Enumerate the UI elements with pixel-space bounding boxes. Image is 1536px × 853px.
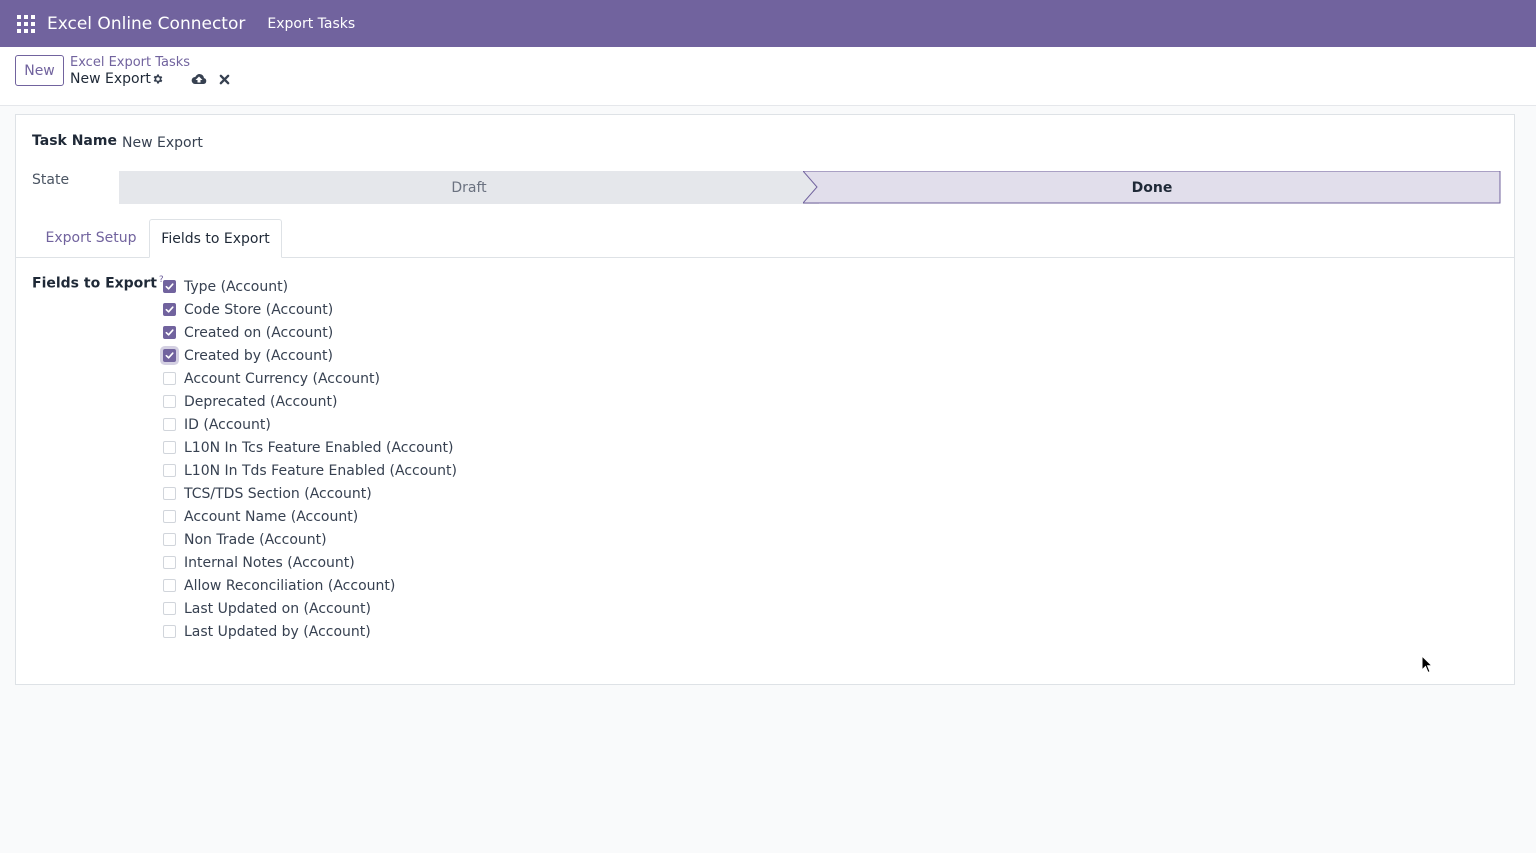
field-option-label: L10N In Tcs Feature Enabled (Account) — [184, 439, 454, 456]
field-option[interactable]: Last Updated on (Account) — [163, 597, 457, 620]
field-checkbox[interactable] — [163, 510, 176, 523]
field-option[interactable]: TCS/TDS Section (Account) — [163, 482, 457, 505]
field-option-label: Allow Reconciliation (Account) — [184, 577, 396, 594]
field-option-label: Last Updated by (Account) — [184, 623, 371, 640]
new-button[interactable]: New — [15, 55, 64, 86]
cloud-upload-icon[interactable] — [191, 73, 207, 89]
field-checkbox[interactable] — [163, 303, 176, 316]
field-option-label: L10N In Tds Feature Enabled (Account) — [184, 462, 457, 479]
field-checkbox[interactable] — [163, 487, 176, 500]
field-option[interactable]: Type (Account) — [163, 275, 457, 298]
field-checkbox[interactable] — [163, 533, 176, 546]
breadcrumb-current: New Export — [70, 71, 151, 87]
status-done-label: Done — [1131, 179, 1173, 196]
tab-fields-to-export[interactable]: Fields to Export — [149, 219, 282, 258]
field-option-label: Type (Account) — [184, 278, 289, 295]
breadcrumb-parent[interactable]: Excel Export Tasks — [70, 55, 190, 70]
control-panel: New Excel Export Tasks New Export — [0, 47, 1536, 106]
tab-export-setup[interactable]: Export Setup — [33, 219, 149, 257]
task-name-field[interactable]: New Export — [122, 135, 203, 151]
field-checkbox[interactable] — [163, 280, 176, 293]
field-option-label: Account Name (Account) — [184, 508, 359, 525]
status-done[interactable]: Done — [803, 171, 1501, 204]
field-option[interactable]: Non Trade (Account) — [163, 528, 457, 551]
field-checkbox[interactable] — [163, 441, 176, 454]
top-navbar: Excel Online Connector Export Tasks — [0, 0, 1536, 47]
field-option-label: Non Trade (Account) — [184, 531, 327, 548]
field-option[interactable]: Internal Notes (Account) — [163, 551, 457, 574]
state-label: State — [32, 172, 70, 188]
field-option[interactable]: Created by (Account) — [163, 344, 457, 367]
field-option-label: Created by (Account) — [184, 347, 333, 364]
field-option[interactable]: L10N In Tds Feature Enabled (Account) — [163, 459, 457, 482]
field-option[interactable]: Account Name (Account) — [163, 505, 457, 528]
field-option[interactable]: L10N In Tcs Feature Enabled (Account) — [163, 436, 457, 459]
field-option[interactable]: ID (Account) — [163, 413, 457, 436]
field-checkbox[interactable] — [163, 579, 176, 592]
field-checkbox[interactable] — [163, 464, 176, 477]
task-name-label: Task Name — [32, 133, 117, 149]
field-checkbox[interactable] — [163, 556, 176, 569]
gear-icon[interactable] — [152, 73, 164, 89]
close-icon[interactable] — [219, 73, 230, 89]
field-checkbox[interactable] — [163, 326, 176, 339]
field-checkbox[interactable] — [163, 395, 176, 408]
app-title[interactable]: Excel Online Connector — [47, 14, 245, 34]
field-option[interactable]: Code Store (Account) — [163, 298, 457, 321]
field-option-label: ID (Account) — [184, 416, 271, 433]
field-checkbox[interactable] — [163, 372, 176, 385]
status-draft[interactable]: Draft — [119, 171, 819, 204]
fields-to-export-label-text: Fields to Export — [32, 275, 157, 292]
field-option-label: Code Store (Account) — [184, 301, 334, 318]
field-option-label: Deprecated (Account) — [184, 393, 338, 410]
field-checkbox[interactable] — [163, 418, 176, 431]
field-checkbox[interactable] — [163, 625, 176, 638]
field-checkbox[interactable] — [163, 349, 176, 362]
field-option[interactable]: Allow Reconciliation (Account) — [163, 574, 457, 597]
status-draft-label: Draft — [451, 179, 487, 196]
fields-checkbox-list: Type (Account) Code Store (Account) Create… — [163, 275, 457, 643]
field-option[interactable]: Account Currency (Account) — [163, 367, 457, 390]
notebook-tabs: Export Setup Fields to Export — [16, 219, 1514, 258]
menu-export-tasks[interactable]: Export Tasks — [267, 16, 355, 32]
field-checkbox[interactable] — [163, 602, 176, 615]
field-option-label: TCS/TDS Section (Account) — [184, 485, 372, 502]
state-statusbar: Draft Done — [119, 171, 1501, 204]
field-option-label: Internal Notes (Account) — [184, 554, 355, 571]
mouse-pointer-icon — [1421, 654, 1434, 678]
field-option-label: Account Currency (Account) — [184, 370, 380, 387]
field-option[interactable]: Created on (Account) — [163, 321, 457, 344]
apps-menu-icon[interactable] — [15, 13, 37, 35]
field-option-label: Last Updated on (Account) — [184, 600, 371, 617]
field-option[interactable]: Deprecated (Account) — [163, 390, 457, 413]
fields-to-export-label: Fields to Export? — [32, 275, 164, 292]
field-option[interactable]: Last Updated by (Account) — [163, 620, 457, 643]
form-sheet: Task Name New Export State Draft Done Ex… — [15, 114, 1515, 685]
field-option-label: Created on (Account) — [184, 324, 334, 341]
